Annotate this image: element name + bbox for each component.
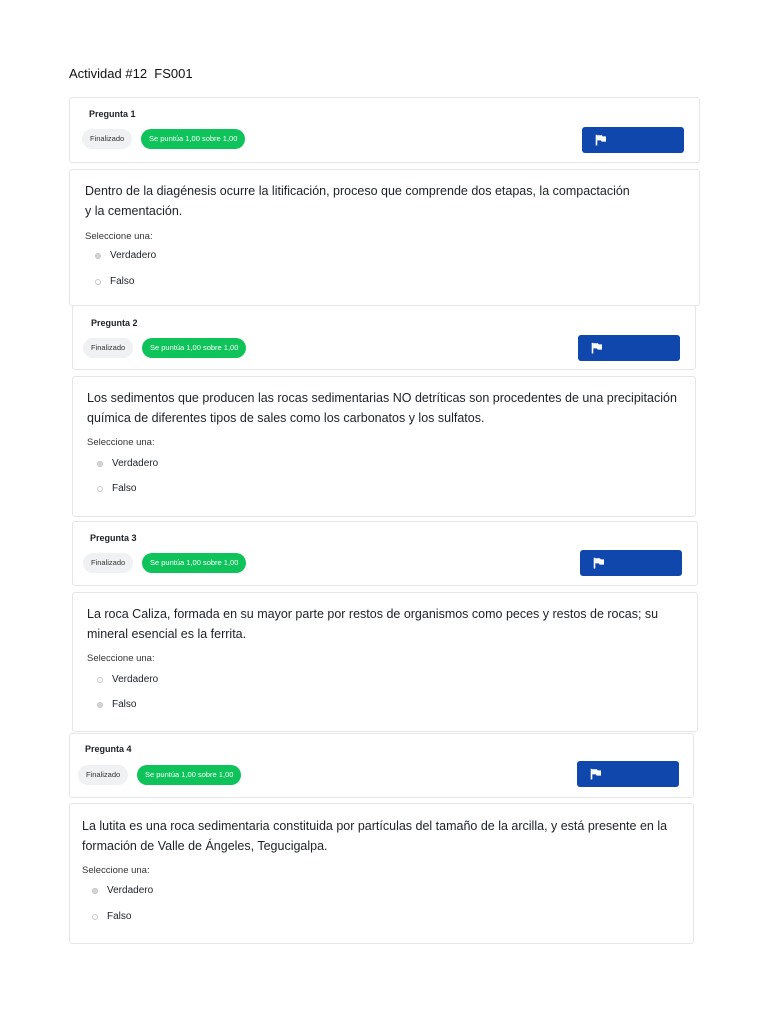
radio-icon[interactable] bbox=[92, 887, 98, 894]
radio-icon[interactable] bbox=[92, 913, 98, 920]
option-label: Verdadero bbox=[107, 885, 154, 896]
page-title: Actividad #12 FS001 bbox=[69, 66, 193, 81]
option-verdadero[interactable]: Verdadero bbox=[95, 250, 156, 261]
answer-prompt: Seleccione una: bbox=[85, 231, 153, 242]
status-badge: Finalizado bbox=[82, 129, 133, 149]
option-label: Verdadero bbox=[110, 250, 157, 261]
flag-icon bbox=[591, 342, 603, 354]
grade-badge: Se puntúa 1,00 sobre 1,00 bbox=[137, 765, 242, 785]
question-4-header: Pregunta 4 Finalizado Se puntúa 1,00 sob… bbox=[69, 733, 694, 798]
status-badge: Finalizado bbox=[83, 338, 134, 358]
flag-icon bbox=[593, 557, 605, 569]
option-label: Falso bbox=[112, 699, 137, 710]
question-number: Pregunta 3 bbox=[90, 533, 137, 543]
option-label: Verdadero bbox=[112, 458, 159, 469]
grade-badge: Se puntúa 1,00 sobre 1,00 bbox=[142, 338, 247, 358]
question-2-body: Los sedimentos que producen las rocas se… bbox=[72, 376, 696, 517]
question-number: Pregunta 4 bbox=[85, 744, 132, 754]
question-text: La lutita es una roca sedimentaria const… bbox=[82, 819, 668, 853]
option-label: Falso bbox=[112, 483, 137, 494]
option-verdadero[interactable]: Verdadero bbox=[92, 885, 153, 896]
option-verdadero[interactable]: Verdadero bbox=[97, 674, 158, 685]
question-4-body: La lutita es una roca sedimentaria const… bbox=[69, 803, 694, 944]
grade-badge: Se puntúa 1,00 sobre 1,00 bbox=[142, 553, 247, 573]
question-1-header: Pregunta 1 Finalizado Se puntúa 1,00 sob… bbox=[69, 97, 700, 163]
radio-icon[interactable] bbox=[97, 460, 103, 467]
flag-question-button[interactable] bbox=[582, 127, 684, 153]
option-verdadero[interactable]: Verdadero bbox=[97, 458, 158, 469]
question-3-header: Pregunta 3 Finalizado Se puntúa 1,00 sob… bbox=[72, 521, 698, 586]
option-label: Falso bbox=[110, 276, 135, 287]
option-falso[interactable]: Falso bbox=[92, 911, 131, 922]
flag-icon bbox=[595, 134, 607, 146]
flag-icon bbox=[590, 768, 602, 780]
answer-prompt: Seleccione una: bbox=[87, 437, 155, 448]
answer-prompt: Seleccione una: bbox=[82, 865, 150, 876]
question-3-body: La roca Caliza, formada en su mayor part… bbox=[72, 592, 698, 732]
option-falso[interactable]: Falso bbox=[97, 699, 136, 710]
flag-question-button[interactable] bbox=[577, 761, 679, 787]
question-text: Los sedimentos que producen las rocas se… bbox=[87, 391, 677, 425]
question-text: Dentro de la diagénesis ocurre la litifi… bbox=[85, 184, 630, 218]
question-text: La roca Caliza, formada en su mayor part… bbox=[87, 607, 659, 641]
question-number: Pregunta 2 bbox=[91, 318, 138, 328]
status-badge: Finalizado bbox=[78, 765, 129, 785]
question-2-header: Pregunta 2 Finalizado Se puntúa 1,00 sob… bbox=[72, 305, 696, 370]
radio-icon[interactable] bbox=[95, 278, 101, 285]
option-label: Falso bbox=[107, 911, 132, 922]
question-number: Pregunta 1 bbox=[89, 109, 136, 119]
radio-icon[interactable] bbox=[97, 676, 103, 683]
flag-question-button[interactable] bbox=[580, 550, 682, 576]
question-1-body: Dentro de la diagénesis ocurre la litifi… bbox=[69, 169, 700, 306]
option-falso[interactable]: Falso bbox=[97, 483, 136, 494]
flag-question-button[interactable] bbox=[578, 335, 680, 361]
radio-icon[interactable] bbox=[97, 485, 103, 492]
grade-badge: Se puntúa 1,00 sobre 1,00 bbox=[141, 129, 246, 149]
answer-prompt: Seleccione una: bbox=[87, 653, 155, 664]
radio-icon[interactable] bbox=[97, 701, 103, 708]
radio-icon[interactable] bbox=[95, 252, 101, 259]
option-falso[interactable]: Falso bbox=[95, 276, 134, 287]
status-badge: Finalizado bbox=[83, 553, 134, 573]
option-label: Verdadero bbox=[112, 674, 159, 685]
